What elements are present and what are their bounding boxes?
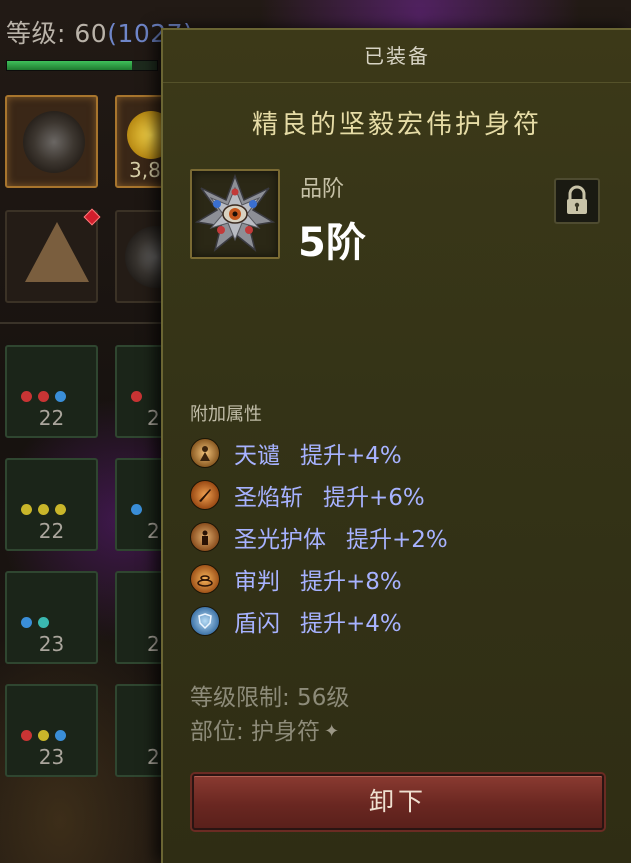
red-gem-icon [21, 391, 32, 402]
amulet-icon [194, 173, 276, 252]
equipped-amulet-slot[interactable] [5, 95, 98, 188]
skill-name: 圣光护体 [234, 527, 326, 553]
socket-row [21, 730, 66, 741]
blue-gem-icon [131, 504, 142, 515]
inventory-slot[interactable]: 23 [5, 684, 98, 777]
red-gem-icon [131, 391, 142, 402]
skill-name: 审判 [234, 569, 280, 595]
attribute-row: 圣焰斩 提升+6% [190, 474, 448, 516]
level-label: 等级: 60 [6, 19, 108, 48]
equipped-header: 已装备 [163, 30, 631, 83]
inventory-slot[interactable]: 22 [5, 345, 98, 438]
skill-bonus: 提升+8% [300, 569, 402, 595]
socket-row [21, 391, 66, 402]
equip-slot-label: 部位: 护身符 [190, 719, 321, 745]
item-icon-frame [190, 169, 280, 259]
skill-bonus: 提升+6% [323, 485, 425, 511]
skill-name: 圣焰斩 [234, 485, 303, 511]
item-level: 22 [38, 406, 65, 430]
xp-bar-fill [7, 61, 132, 70]
attributes-title: 附加属性 [190, 404, 262, 425]
item-level: 23 [38, 632, 65, 656]
yellow-gem-icon [38, 730, 49, 741]
attribute-row: 天谴 提升+4% [190, 432, 448, 474]
triangle-sigil-icon [25, 222, 89, 282]
red-gem-icon [38, 391, 49, 402]
item-name: 精良的坚毅宏伟护身符 [251, 110, 542, 140]
item-level: 22 [38, 519, 65, 543]
inventory-divider [0, 322, 165, 324]
xp-bar [6, 60, 158, 71]
holy-flame-slash-icon [190, 480, 220, 510]
amulet-slot-icon: ✦ [324, 721, 340, 742]
wrath-skill-icon [190, 438, 220, 468]
yellow-gem-icon [55, 504, 66, 515]
tier-label: 品阶 [300, 177, 345, 202]
blue-gem-icon [55, 730, 66, 741]
attribute-row: 审判 提升+8% [190, 558, 448, 600]
red-gem-icon [21, 730, 32, 741]
blue-gem-icon [21, 617, 32, 628]
skill-bonus: 提升+2% [346, 527, 448, 553]
currency-amount: 3,8 [129, 158, 161, 182]
attribute-row: 圣光护体 提升+2% [190, 516, 448, 558]
item-tooltip-panel: 已装备 精良的坚毅宏伟护身符 品阶 5阶 附加属性 天谴 提升+4% 圣焰斩 提… [161, 28, 631, 863]
skill-bonus: 提升+4% [300, 611, 402, 637]
level-requirement: 等级限制: 56级 [190, 685, 350, 711]
socket-row [21, 617, 49, 628]
tier-value: 5阶 [298, 220, 366, 266]
shield-flash-icon [190, 606, 220, 636]
inventory-slot[interactable]: 22 [5, 458, 98, 551]
equip-slot: 部位: 护身符 ✦ [190, 712, 339, 746]
lock-button[interactable] [554, 178, 600, 224]
teal-gem-icon [38, 617, 49, 628]
skill-name: 天谴 [234, 443, 280, 469]
holy-light-shield-icon [190, 522, 220, 552]
blue-gem-icon [55, 391, 66, 402]
lock-icon [567, 185, 587, 214]
attributes-list: 天谴 提升+4% 圣焰斩 提升+6% 圣光护体 提升+2% 审判 提升+8% 盾… [190, 432, 448, 642]
skill-name: 盾闪 [234, 611, 280, 637]
judgment-icon [190, 564, 220, 594]
skill-bonus: 提升+4% [300, 443, 402, 469]
yellow-gem-icon [21, 504, 32, 515]
socket-row [21, 504, 66, 515]
yellow-gem-icon [38, 504, 49, 515]
inventory-slot[interactable]: 23 [5, 571, 98, 664]
amulet-thumbnail-icon [23, 111, 85, 173]
attribute-row: 盾闪 提升+4% [190, 600, 448, 642]
item-level: 23 [38, 745, 65, 769]
talisman-slot[interactable] [5, 210, 98, 303]
unequip-button[interactable]: 卸下 [192, 774, 604, 830]
